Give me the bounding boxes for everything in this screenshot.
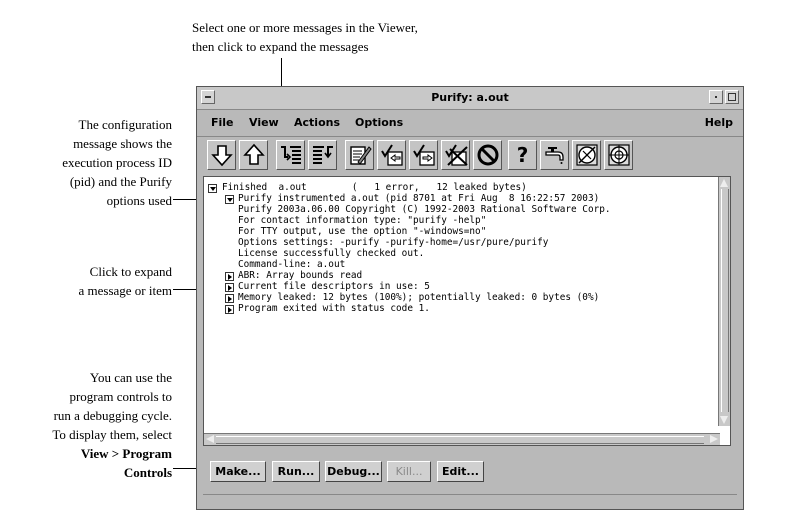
expand-toggle-icon[interactable]	[225, 272, 234, 281]
callout-line: The configuration	[78, 117, 173, 132]
debug-button[interactable]: Debug...	[325, 461, 382, 482]
callout-bold: Controls	[123, 465, 172, 480]
callout-bold: View > Program	[80, 446, 172, 461]
callout-program-controls: You can use the program controls to run …	[2, 368, 172, 482]
menu-help[interactable]: Help	[705, 116, 733, 129]
scroll-thumb[interactable]	[216, 436, 704, 444]
edit-button[interactable]: Edit...	[437, 461, 484, 482]
message-line-file-descriptors[interactable]: Current file descriptors in use: 5	[238, 282, 430, 292]
expand-messages-icon[interactable]	[276, 140, 305, 170]
callout-line: Controls	[2, 463, 172, 482]
message-detail-line: For contact information type: "purify -h…	[238, 215, 487, 226]
collapse-toggle-icon[interactable]	[225, 195, 234, 204]
message-detail-line: For TTY output, use the option "-windows…	[238, 226, 487, 237]
menu-view[interactable]: View	[249, 116, 279, 129]
help-glyph: ?	[516, 143, 529, 167]
faucet-icon[interactable]	[540, 140, 569, 170]
callout-expand-item: Click to expand a message or item	[2, 262, 173, 300]
kill-suppressions-icon[interactable]	[441, 140, 470, 170]
message-detail-line: License successfully checked out.	[238, 248, 425, 259]
callout-line: execution process ID	[62, 155, 172, 170]
callout-line: then click to expand the messages	[192, 39, 369, 54]
callout-line: Click to expand	[89, 264, 172, 279]
message-detail-line: Purify 2003a.06.00 Copyright (C) 1992-20…	[238, 204, 611, 215]
callout-line: run a debugging cycle.	[53, 408, 172, 423]
scroll-down-arrow-icon[interactable]	[720, 416, 728, 424]
callout-line: message shows the	[73, 136, 172, 151]
expand-toggle-icon[interactable]	[225, 283, 234, 292]
status-bar	[203, 494, 737, 505]
expand-toggle-icon[interactable]	[225, 305, 234, 314]
message-viewer[interactable]: Finished a.out ( 1 error, 12 leaked byte…	[203, 176, 731, 446]
menu-file[interactable]: File	[211, 116, 234, 129]
run-button[interactable]: Run...	[272, 461, 320, 482]
arrow-up-icon[interactable]	[239, 140, 268, 170]
callout-line: Select one or more messages in the Viewe…	[192, 20, 418, 35]
menu-bar: File View Actions Options Help	[197, 110, 743, 137]
maximize-button[interactable]	[725, 90, 739, 104]
minimize-button[interactable]	[709, 90, 723, 104]
watchpoint-icon[interactable]	[572, 140, 601, 170]
message-line-memory-leaked[interactable]: Memory leaked: 12 bytes (100%); potentia…	[238, 293, 599, 303]
message-detail-line: Command-line: a.out	[238, 259, 346, 270]
callout-line: options used	[106, 193, 172, 208]
callout-line: a message or item	[78, 283, 173, 298]
message-detail-line: Options settings: -purify -purify-home=/…	[238, 237, 549, 248]
viewer-lines: Finished a.out ( 1 error, 12 leaked byte…	[204, 180, 611, 440]
edit-source-icon[interactable]	[345, 140, 374, 170]
menu-options[interactable]: Options	[355, 116, 403, 129]
help-question-icon[interactable]: ?	[508, 140, 537, 170]
scroll-thumb[interactable]	[721, 189, 729, 412]
callout-expand-messages: Select one or more messages in the Viewe…	[192, 18, 418, 56]
callout-configuration: The configuration message shows the exec…	[2, 115, 172, 210]
collapse-toggle-icon[interactable]	[208, 184, 217, 193]
scroll-up-arrow-icon[interactable]	[720, 179, 728, 187]
title-bar[interactable]: Purify: a.out	[197, 87, 743, 110]
message-line-exit-status[interactable]: Program exited with status code 1.	[238, 304, 430, 314]
make-button[interactable]: Make...	[210, 461, 266, 482]
collapse-messages-icon[interactable]	[308, 140, 337, 170]
stop-icon[interactable]	[473, 140, 502, 170]
callout-line: To display them, select	[52, 427, 172, 442]
callout-line: View > Program	[2, 444, 172, 463]
arrow-down-icon[interactable]	[207, 140, 236, 170]
target-icon[interactable]	[604, 140, 633, 170]
horizontal-scrollbar[interactable]	[204, 433, 720, 445]
vertical-scrollbar[interactable]	[718, 177, 730, 426]
unsuppress-icon[interactable]	[409, 140, 438, 170]
expand-toggle-icon[interactable]	[225, 294, 234, 303]
callout-line: (pid) and the Purify	[69, 174, 172, 189]
callout-line: You can use the	[89, 370, 172, 385]
scroll-left-arrow-icon[interactable]	[206, 435, 214, 443]
scroll-right-arrow-icon[interactable]	[710, 435, 718, 443]
window-title: Purify: a.out	[431, 91, 509, 104]
kill-button[interactable]: Kill...	[387, 461, 431, 482]
message-line-finished[interactable]: Finished a.out ( 1 error, 12 leaked byte…	[222, 183, 527, 193]
purify-window: Purify: a.out File View Actions Options …	[196, 86, 744, 510]
suppress-icon[interactable]	[377, 140, 406, 170]
message-line-configuration[interactable]: Purify instrumented a.out (pid 8701 at F…	[238, 194, 599, 204]
message-line-abr[interactable]: ABR: Array bounds read	[238, 271, 362, 281]
callout-line: program controls to	[69, 389, 172, 404]
menu-actions[interactable]: Actions	[294, 116, 340, 129]
